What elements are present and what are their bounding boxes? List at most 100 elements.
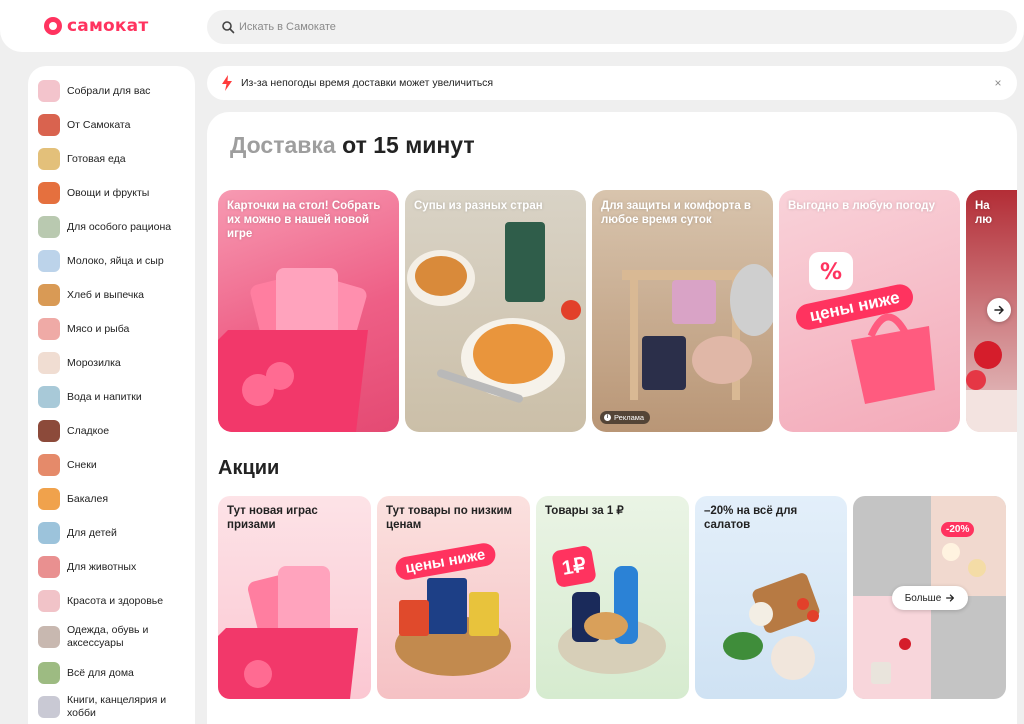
- story-title: На лю: [975, 200, 993, 226]
- sidebar-item-label: Снеки: [67, 458, 97, 471]
- svg-text:%: %: [820, 260, 842, 285]
- sidebar-item-label: Мясо и рыба: [67, 322, 130, 335]
- category-icon: [38, 662, 60, 684]
- category-icon: [38, 522, 60, 544]
- promo-title: –20% на всё для салатов: [704, 505, 798, 531]
- sidebar-item-khleb[interactable]: Хлеб и выпечка: [38, 284, 193, 306]
- sidebar-item-myaso[interactable]: Мясо и рыба: [38, 318, 193, 340]
- sidebar-item-zhivotnye[interactable]: Для животных: [38, 556, 193, 578]
- story-card[interactable]: Карточки на стол! Собрать их можно в наш…: [218, 190, 399, 432]
- story-title: Для защиты и комфорта в любое время суто…: [601, 200, 751, 226]
- sidebar-item-deti[interactable]: Для детей: [38, 522, 193, 544]
- promo-card[interactable]: Тут новая играс призами: [218, 496, 371, 699]
- category-icon: [38, 216, 60, 238]
- sidebar-item-osobyi-racion[interactable]: Для особого рациона: [38, 216, 193, 238]
- search-input[interactable]: [239, 10, 939, 44]
- sidebar-item-sladkoe[interactable]: Сладкое: [38, 420, 193, 442]
- story-title: Выгодно в любую погоду: [788, 200, 936, 212]
- headline-grey: Доставка: [230, 132, 336, 158]
- story-title: Карточки на стол! Собрать их можно в наш…: [227, 200, 381, 240]
- sidebar-item-label: Молоко, яйца и сыр: [67, 254, 164, 267]
- logo[interactable]: самокат: [44, 15, 148, 37]
- sidebar-item-bakaleya[interactable]: Бакалея: [38, 488, 193, 510]
- category-icon: [38, 182, 60, 204]
- category-icon: [38, 590, 60, 612]
- close-icon[interactable]: ×: [989, 74, 1007, 92]
- sidebar-item-krasota[interactable]: Красота и здоровье: [38, 590, 193, 612]
- price-badge: 1₽: [551, 544, 597, 589]
- ad-label: Реклама: [614, 413, 645, 422]
- sidebar-item-label: Одежда, обувь и аксессуары: [67, 624, 149, 649]
- category-icon: [38, 488, 60, 510]
- promo-card[interactable]: –20% на всё для салатов: [695, 496, 847, 699]
- category-icon: [38, 284, 60, 306]
- discount-badge: -20%: [941, 522, 975, 537]
- category-icon: [38, 420, 60, 442]
- delivery-notice: Из-за непогоды время доставки может увел…: [207, 66, 1017, 100]
- carousel-next-button[interactable]: [987, 298, 1011, 322]
- search-icon: [222, 21, 235, 34]
- category-icon: [38, 318, 60, 340]
- lightning-icon: [222, 75, 232, 91]
- promo-card[interactable]: цены ниже Тут товары по низким ценам: [377, 496, 530, 699]
- sidebar-item-morozilka[interactable]: Морозилка: [38, 352, 193, 374]
- category-icon: [38, 80, 60, 102]
- sidebar-item-label: Красота и здоровье: [67, 594, 164, 607]
- sidebar-item-label: Овощи и фрукты: [67, 186, 150, 199]
- category-sidebar: Собрали для вас От Самоката Готовая еда …: [28, 66, 195, 724]
- sidebar-item-ovoshchi[interactable]: Овощи и фрукты: [38, 182, 193, 204]
- logo-text: самокат: [67, 16, 149, 36]
- sidebar-item-label: Для особого рациона: [67, 220, 172, 233]
- sidebar-item-label: Морозилка: [67, 356, 121, 369]
- sidebar-item-odezhda[interactable]: Одежда, обувь и аксессуары: [38, 624, 193, 650]
- sidebar-item-label: Собрали для вас: [67, 84, 151, 97]
- promo-title: Тут новая играс призами: [227, 505, 318, 531]
- soup-illustration: [407, 222, 581, 403]
- promo-title: Товары за 1 ₽: [545, 505, 624, 517]
- sidebar-item-gotovaya-eda[interactable]: Готовая еда: [38, 148, 193, 170]
- sidebar-item-label: Вода и напитки: [67, 390, 142, 403]
- category-icon: [38, 696, 60, 718]
- page-title: Доставка от 15 минут: [230, 132, 475, 159]
- top-bar: самокат: [0, 0, 1024, 52]
- more-button[interactable]: Больше: [892, 586, 968, 610]
- sidebar-item-ot-samokata[interactable]: От Самоката: [38, 114, 193, 136]
- arrow-right-icon: [946, 594, 955, 602]
- sidebar-item-dom[interactable]: Всё для дома: [38, 662, 193, 684]
- category-icon: [38, 352, 60, 374]
- main-content: Доставка от 15 минут Карточки на стол! С…: [207, 112, 1017, 724]
- sidebar-item-knigi[interactable]: Книги, канцелярия и хобби: [38, 694, 193, 720]
- sidebar-item-moloko[interactable]: Молоко, яйца и сыр: [38, 250, 193, 272]
- info-icon: i: [604, 414, 611, 421]
- category-icon: [38, 250, 60, 272]
- story-card[interactable]: Для защиты и комфорта в любое время суто…: [592, 190, 773, 432]
- category-icon: [38, 626, 60, 648]
- story-title: Супы из разных стран: [414, 200, 543, 212]
- category-icon: [38, 114, 60, 136]
- headline-dark: от 15 минут: [342, 132, 475, 158]
- sidebar-item-label: Для детей: [67, 526, 117, 539]
- category-icon: [38, 148, 60, 170]
- category-icon: [38, 556, 60, 578]
- arrow-right-icon: [994, 305, 1004, 315]
- category-icon: [38, 386, 60, 408]
- promo-title: Тут товары по низким ценам: [386, 505, 513, 531]
- sidebar-item-label: Сладкое: [67, 424, 110, 437]
- grocery-bag-illustration: [558, 566, 666, 674]
- category-icon: [38, 454, 60, 476]
- sidebar-item-sneki[interactable]: Снеки: [38, 454, 193, 476]
- sidebar-item-voda[interactable]: Вода и напитки: [38, 386, 193, 408]
- notice-text: Из-за непогоды время доставки может увел…: [241, 77, 494, 89]
- sidebar-item-label: Для животных: [67, 560, 137, 573]
- story-card[interactable]: Супы из разных стран: [405, 190, 586, 432]
- logo-icon: [44, 17, 62, 35]
- story-card[interactable]: % цены ниже Выгодно в любую погоду: [779, 190, 960, 432]
- sidebar-item-label: Книги, канцелярия и хобби: [67, 694, 167, 719]
- ad-badge: i Реклама: [600, 411, 651, 424]
- sidebar-item-label: От Самоката: [67, 118, 131, 131]
- promo-card[interactable]: 1₽ Товары за 1 ₽: [536, 496, 689, 699]
- search-bar[interactable]: [207, 10, 1017, 44]
- sidebar-item-sobrali[interactable]: Собрали для вас: [38, 80, 193, 102]
- sidebar-item-label: Хлеб и выпечка: [67, 288, 145, 301]
- promos-heading: Акции: [218, 457, 280, 479]
